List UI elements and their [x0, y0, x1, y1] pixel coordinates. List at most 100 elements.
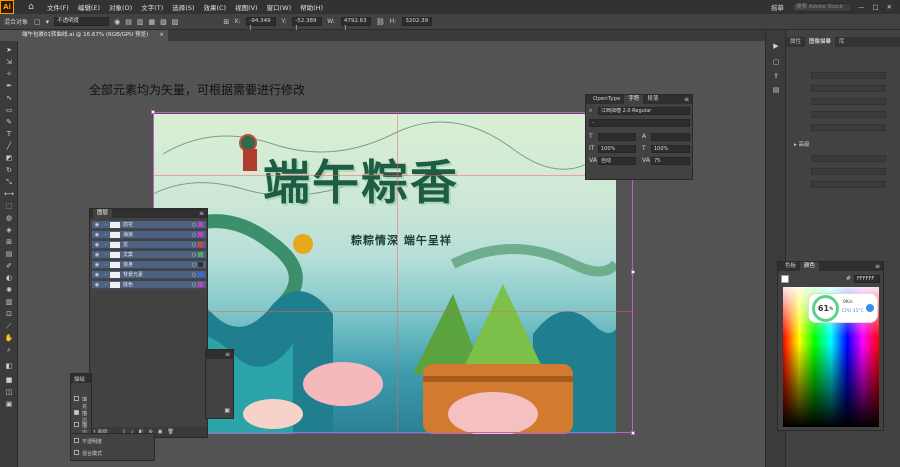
document-tab[interactable]: 端午包裹01转曲线.ai @ 16.67% (RGB/GPU 预览) ×: [18, 30, 168, 41]
selection-tool-icon[interactable]: ➤: [2, 45, 16, 55]
direct-selection-tool-icon[interactable]: ⇲: [2, 57, 16, 67]
visibility-eye-icon[interactable]: ◉: [92, 272, 102, 278]
expand-arrow-icon[interactable]: ›: [102, 232, 110, 238]
leading-field[interactable]: [651, 133, 690, 141]
layer-target-icon[interactable]: ○: [190, 222, 198, 228]
perspective-tool-icon[interactable]: ◈: [2, 225, 16, 235]
panel-menu-icon[interactable]: ≡: [684, 96, 689, 103]
layer-target-icon[interactable]: ○: [190, 252, 198, 258]
layer-row[interactable]: ◉ › 前花 ○: [92, 221, 206, 229]
blend-tool-icon[interactable]: ◐: [2, 273, 16, 283]
menu-edit[interactable]: 编辑(E): [78, 2, 100, 12]
pen-tool-icon[interactable]: ✒: [2, 81, 16, 91]
close-icon[interactable]: ✕: [887, 3, 892, 11]
blend-mode-checkbox[interactable]: [74, 450, 79, 455]
width-tool-icon[interactable]: ⟷: [2, 189, 16, 199]
gradient-tool-icon[interactable]: ▤: [2, 249, 16, 259]
play-icon[interactable]: ▶: [770, 42, 782, 52]
cpu-monitor-widget[interactable]: 61% 0K/s CPU 35°C: [808, 293, 878, 323]
tab-character[interactable]: 字符: [624, 95, 644, 104]
tab-close-icon[interactable]: ×: [159, 30, 164, 41]
maximize-icon[interactable]: □: [872, 3, 878, 11]
hand-tool-icon[interactable]: ✋: [2, 333, 16, 343]
transform-icon[interactable]: ▨: [172, 18, 179, 26]
font-style-select[interactable]: -: [589, 119, 690, 127]
menu-object[interactable]: 对象(O): [109, 2, 132, 12]
tab-properties[interactable]: 属性: [786, 37, 805, 47]
stroke-icon[interactable]: ▢: [34, 18, 41, 26]
home-icon[interactable]: ⌂: [24, 0, 38, 14]
layer-target-icon[interactable]: ○: [190, 242, 198, 248]
fill-checkbox[interactable]: [74, 396, 79, 401]
new-layer-icon[interactable]: ▣: [158, 429, 163, 435]
selection-handle[interactable]: [631, 431, 635, 435]
fill-swatch[interactable]: [781, 275, 789, 283]
tab-appearance[interactable]: 描绘: [74, 375, 85, 383]
delete-layer-icon[interactable]: 🗑: [167, 429, 173, 435]
visibility-eye-icon[interactable]: ◉: [92, 252, 102, 258]
stock-search-input[interactable]: 搜索 Adobe Stock: [791, 2, 852, 12]
stroke2-checkbox[interactable]: [74, 422, 79, 427]
layer-target-icon[interactable]: ○: [190, 272, 198, 278]
menu-view[interactable]: 视图(V): [235, 2, 258, 12]
horizontal-scale-field[interactable]: 100%: [651, 145, 690, 153]
link-icon[interactable]: ⛓: [376, 18, 385, 26]
mesh-tool-icon[interactable]: ⊞: [2, 237, 16, 247]
magic-wand-tool-icon[interactable]: ✧: [2, 69, 16, 79]
font-size-field[interactable]: [598, 133, 636, 141]
align-center-icon[interactable]: ▥: [137, 18, 144, 26]
symbol-sprayer-tool-icon[interactable]: ✺: [2, 285, 16, 295]
menu-effect[interactable]: 效果(C): [203, 2, 226, 12]
brush-icon[interactable]: ▾: [46, 18, 50, 26]
new-item-icon[interactable]: ▣: [224, 407, 230, 414]
zoom-tool-icon[interactable]: ⌕: [2, 345, 16, 355]
rotate-tool-icon[interactable]: ↻: [2, 165, 16, 175]
layer-row[interactable]: ◉ › 浪身 ○: [92, 261, 206, 269]
workspace-switcher[interactable]: 摇摹: [771, 2, 784, 12]
draw-mode-icon[interactable]: ◫: [2, 387, 16, 397]
font-search-icon[interactable]: ⌕: [589, 107, 592, 115]
layer-row[interactable]: ◉ › 海浪 ○: [92, 231, 206, 239]
align-left-icon[interactable]: ▤: [125, 18, 132, 26]
tab-opentype[interactable]: OpenType: [589, 95, 624, 104]
paintbrush-tool-icon[interactable]: ✎: [2, 117, 16, 127]
menu-type[interactable]: 文字(T): [141, 2, 163, 12]
selection-handle[interactable]: [151, 110, 155, 114]
tab-libraries[interactable]: 库: [835, 37, 849, 47]
shape-builder-tool-icon[interactable]: ◍: [2, 213, 16, 223]
layer-target-icon[interactable]: ○: [190, 282, 198, 288]
tab-color[interactable]: 颜色: [800, 262, 820, 271]
opacity-checkbox[interactable]: [74, 438, 79, 443]
tab-paragraph[interactable]: 段落: [643, 95, 662, 104]
slice-tool-icon[interactable]: ⟋: [2, 321, 16, 331]
expand-arrow-icon[interactable]: ›: [102, 272, 110, 278]
panel-menu-icon[interactable]: ≡: [225, 351, 230, 358]
distribute-icon[interactable]: ▧: [160, 18, 167, 26]
menu-file[interactable]: 文件(F): [47, 2, 69, 12]
align-right-icon[interactable]: ▦: [149, 18, 156, 26]
panel-menu-icon[interactable]: ≡: [875, 263, 880, 270]
expand-arrow-icon[interactable]: ›: [102, 262, 110, 268]
selection-handle[interactable]: [631, 270, 635, 274]
swatch-icon[interactable]: ▤: [770, 86, 782, 96]
vertical-scale-field[interactable]: 100%: [598, 145, 636, 153]
menu-window[interactable]: 窗口(W): [267, 2, 292, 12]
hex-input[interactable]: FFFFFF: [854, 275, 880, 283]
export-assets-icon[interactable]: ⇪: [770, 72, 782, 82]
color-mode-icon[interactable]: ■: [2, 375, 16, 385]
advanced-section[interactable]: ▸ 高级: [794, 140, 810, 148]
layer-row[interactable]: ◉ › 背景元素 ○: [92, 271, 206, 279]
menu-select[interactable]: 选择(S): [172, 2, 194, 12]
visibility-eye-icon[interactable]: ◉: [92, 282, 102, 288]
type-tool-icon[interactable]: T: [2, 129, 16, 139]
scale-tool-icon[interactable]: ⤡: [2, 177, 16, 187]
reference-point-icon[interactable]: ⊞: [223, 18, 229, 26]
fill-stroke-icon[interactable]: ◧: [2, 361, 16, 371]
font-family-select[interactable]: 江西拙楷 2.0 Regular: [598, 107, 690, 115]
layer-target-icon[interactable]: ○: [190, 232, 198, 238]
properties-icon[interactable]: ▢: [770, 58, 782, 68]
visibility-eye-icon[interactable]: ◉: [92, 242, 102, 248]
recolor-icon[interactable]: ◉: [114, 18, 120, 26]
stroke-checkbox[interactable]: [74, 410, 79, 415]
tab-image-trace[interactable]: 图像描摹: [805, 37, 836, 47]
